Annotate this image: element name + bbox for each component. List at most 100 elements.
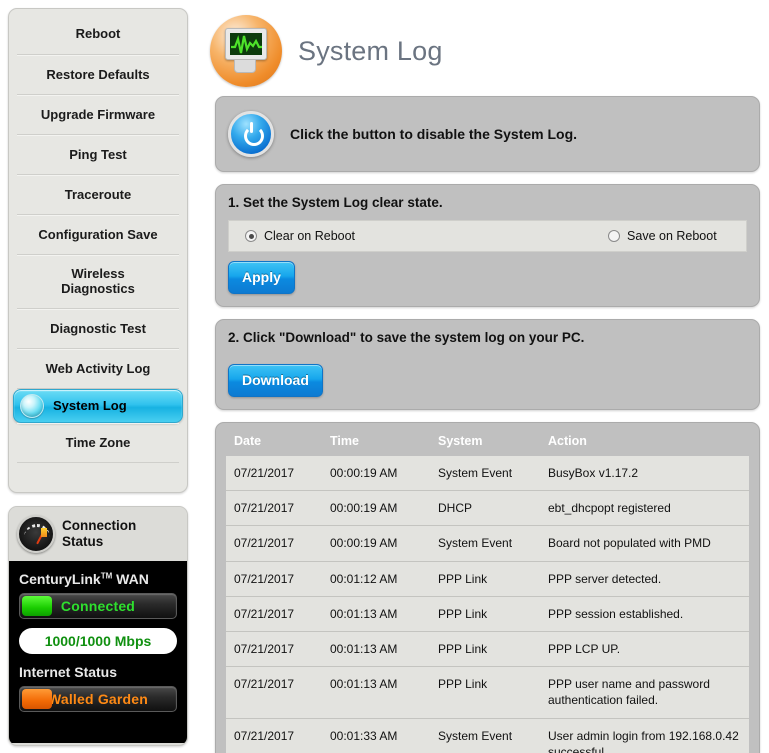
column-header-date: Date [226,432,322,456]
sidebar-item-web-activity-log[interactable]: Web Activity Log [17,349,179,389]
sidebar-item-label: Traceroute [65,188,131,203]
sidebar-item-label: Configuration Save [38,228,157,243]
wan-status-text: Connected [61,598,135,614]
page-title: System Log [298,36,443,67]
waveform-icon [230,33,262,55]
sidebar-item-ping-test[interactable]: Ping Test [17,135,179,175]
cell-action: User admin login from 192.168.0.42 succe… [540,718,749,753]
cell-time: 00:01:33 AM [322,718,430,753]
cell-system: PPP Link [430,631,540,666]
cell-system: PPP Link [430,596,540,631]
cell-system: System Event [430,456,540,491]
cell-system: System Event [430,526,540,561]
sidebar-item-system-log[interactable]: System Log [13,389,183,423]
column-header-action: Action [540,432,749,456]
download-title: 2. Click "Download" to save the system l… [228,330,747,345]
radio-save-on-reboot-input[interactable] [608,230,620,242]
cell-action: PPP server detected. [540,561,749,596]
cell-date: 07/21/2017 [226,526,322,561]
connection-status-title: Connection Status [62,518,179,549]
table-body: 07/21/201700:00:19 AMSystem EventBusyBox… [226,456,749,753]
cell-date: 07/21/2017 [226,596,322,631]
sidebar-item-configuration-save[interactable]: Configuration Save [17,215,179,255]
table-row: 07/21/201700:01:33 AMSystem EventUser ad… [226,718,749,753]
system-log-icon [210,15,282,87]
speedometer-icon [17,515,55,553]
sidebar-item-label: Reboot [76,27,121,42]
radio-clear-on-reboot-input[interactable] [245,230,257,242]
wan-brand: CenturyLink [19,571,101,587]
cell-system: System Event [430,718,540,753]
column-header-time: Time [322,432,430,456]
cell-date: 07/21/2017 [226,667,322,718]
download-button[interactable]: Download [228,364,323,397]
sidebar-item-wireless-diagnostics[interactable]: WirelessDiagnostics [17,255,179,309]
radio-clear-on-reboot[interactable]: Clear on Reboot [245,229,355,243]
sidebar-item-traceroute[interactable]: Traceroute [17,175,179,215]
sidebar-item-upgrade-firmware[interactable]: Upgrade Firmware [17,95,179,135]
clear-state-title: 1. Set the System Log clear state. [228,195,747,210]
sidebar-item-time-zone[interactable]: Time Zone [17,423,179,463]
monitor-stand [234,59,256,73]
wan-status-bar: Connected [19,593,177,619]
connection-status-widget: Connection Status CenturyLinkTM WAN Conn… [8,506,188,746]
table-row: 07/21/201700:00:19 AMSystem EventBoard n… [226,526,749,561]
sidebar-item-label: Time Zone [66,436,131,451]
table-row: 07/21/201700:00:19 AMSystem EventBusyBox… [226,456,749,491]
trademark-symbol: TM [101,571,113,580]
wan-label: CenturyLinkTM WAN [19,571,177,587]
table-row: 07/21/201700:01:12 AMPPP LinkPPP server … [226,561,749,596]
wan-suffix: WAN [116,571,149,587]
apply-button[interactable]: Apply [228,261,295,294]
system-log-page: Reboot Restore Defaults Upgrade Firmware Pi… [0,0,769,753]
internet-status-label: Internet Status [19,664,177,680]
table-row: 07/21/201700:01:13 AMPPP LinkPPP LCP UP. [226,631,749,666]
internet-led-indicator [22,689,52,709]
sidebar-item-reboot[interactable]: Reboot [17,15,179,55]
active-indicator-icon [20,394,44,418]
cell-time: 00:00:19 AM [322,491,430,526]
system-log-table: DateTimeSystemAction 07/21/201700:00:19 … [226,432,749,753]
cell-system: PPP Link [430,561,540,596]
column-header-system: System [430,432,540,456]
cell-date: 07/21/2017 [226,631,322,666]
cell-time: 00:00:19 AM [322,456,430,491]
page-header: System Log [200,0,769,96]
sidebar-item-label: System Log [53,399,127,414]
sidebar-item-label: Restore Defaults [46,68,149,83]
cell-date: 07/21/2017 [226,561,322,596]
cell-time: 00:01:12 AM [322,561,430,596]
gauge-flag [41,528,47,537]
speed-indicator: 1000/1000 Mbps [19,628,177,654]
cell-action: BusyBox v1.17.2 [540,456,749,491]
cell-time: 00:01:13 AM [322,667,430,718]
internet-status-bar: Walled Garden [19,686,177,712]
wan-led-indicator [22,596,52,616]
sidebar-item-label: WirelessDiagnostics [61,267,135,297]
table-header-row: DateTimeSystemAction [226,432,749,456]
cell-action: Board not populated with PMD [540,526,749,561]
toggle-instruction-text: Click the button to disable the System L… [290,126,577,142]
power-button-icon[interactable] [228,111,274,157]
download-panel: 2. Click "Download" to save the system l… [215,319,760,410]
table-row: 07/21/201700:01:13 AMPPP LinkPPP user na… [226,667,749,718]
cell-time: 00:01:13 AM [322,596,430,631]
table-row: 07/21/201700:01:13 AMPPP LinkPPP session… [226,596,749,631]
radio-save-on-reboot-label: Save on Reboot [627,229,717,243]
monitor-screen [230,33,262,55]
internet-status-text: Walled Garden [48,691,148,707]
cell-time: 00:00:19 AM [322,526,430,561]
sidebar-item-label: Ping Test [69,148,127,163]
sidebar-item-diagnostic-test[interactable]: Diagnostic Test [17,309,179,349]
sidebar-item-restore-defaults[interactable]: Restore Defaults [17,55,179,95]
cell-system: PPP Link [430,667,540,718]
cell-date: 07/21/2017 [226,718,322,753]
cell-action: ebt_dhcpopt registered [540,491,749,526]
log-table-panel: DateTimeSystemAction 07/21/201700:00:19 … [215,422,760,753]
sidebar-item-label: Web Activity Log [46,362,151,377]
radio-save-on-reboot[interactable]: Save on Reboot [608,229,717,243]
main-content: System Log Click the button to disable t… [200,0,769,753]
sidebar-item-label: Diagnostic Test [50,322,146,337]
sidebar-menu: Reboot Restore Defaults Upgrade Firmware Pi… [8,8,188,493]
cell-action: PPP session established. [540,596,749,631]
